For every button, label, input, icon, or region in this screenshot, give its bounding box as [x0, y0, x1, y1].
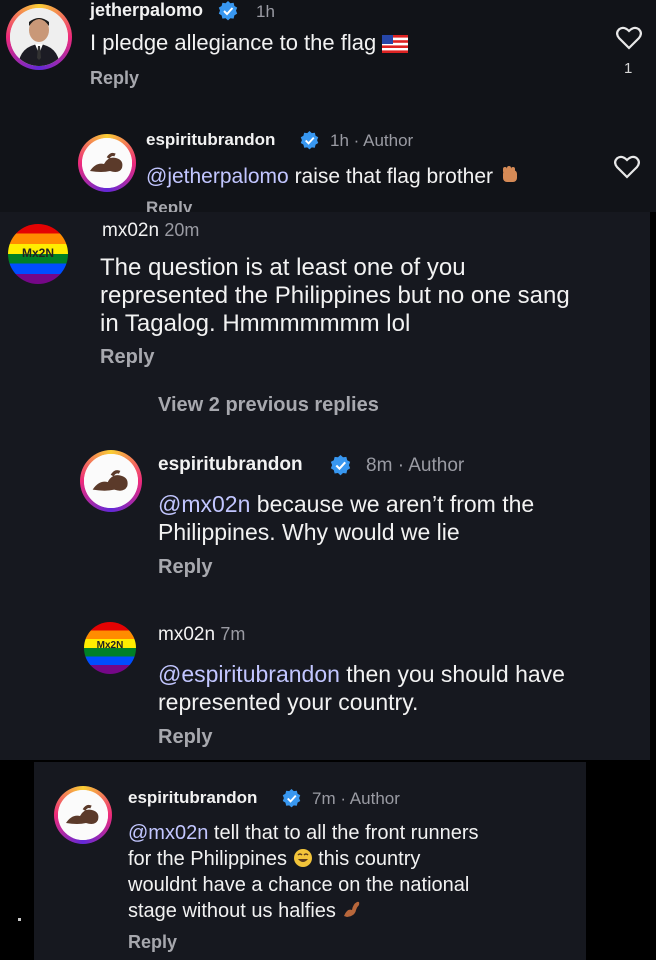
stray-dot [18, 918, 21, 921]
comment-text: I pledge allegiance to the flag [90, 30, 409, 56]
avatar[interactable] [6, 4, 72, 70]
reply-text: @jetherpalomo raise that flag brother [146, 164, 521, 189]
reply-username[interactable]: espiritubrandon [128, 788, 257, 808]
comment-username[interactable]: mx02n 20m [102, 220, 199, 242]
comment-panel-3: espiritubrandon 7m · Author @mx02n tell … [34, 762, 586, 960]
like-heart-icon[interactable] [614, 155, 640, 179]
reply-username[interactable]: espiritubrandon [146, 130, 275, 150]
flexed-biceps-icon [344, 901, 360, 917]
reply-button[interactable]: Reply [158, 556, 212, 579]
avatar[interactable] [54, 786, 112, 844]
avatar-label: Mx2N [21, 246, 54, 260]
comment-panel-1: jetherpalomo 1h I pledge allegiance to t… [0, 0, 656, 212]
reply-username[interactable]: mx02n 7m [158, 624, 245, 646]
us-flag-icon [382, 35, 409, 53]
reply-username[interactable]: espiritubrandon [158, 454, 303, 476]
comment-text: The question is at least one of you repr… [100, 254, 570, 337]
avatar[interactable]: Mx2N [84, 622, 136, 674]
reply-button[interactable]: Reply [146, 198, 192, 212]
reply-text: @mx02n because we aren’t from the Philip… [158, 491, 535, 545]
mention-link[interactable]: @mx02n [128, 822, 208, 844]
comment-username[interactable]: jetherpalomo [90, 0, 203, 21]
comment-time: 1h [256, 2, 275, 21]
like-count: 1 [624, 60, 633, 77]
view-previous-replies-button[interactable]: View 2 previous replies [158, 394, 379, 417]
verified-badge-icon [282, 789, 301, 808]
reply-button[interactable]: Reply [90, 68, 139, 89]
mention-link[interactable]: @espiritubrandon [158, 661, 340, 687]
grinning-sweat-icon [293, 849, 312, 867]
flexed-arm-logo-icon [84, 454, 138, 508]
raised-fist-icon [502, 166, 517, 182]
profile-photo-icon [10, 8, 68, 66]
mention-link[interactable]: @mx02n [158, 491, 250, 517]
avatar-label: Mx2N [96, 640, 124, 651]
reply-button[interactable]: Reply [158, 726, 212, 749]
reply-button[interactable]: Reply [128, 932, 177, 953]
reply-text: @mx02n tell that to all the front runner… [128, 822, 479, 922]
verified-badge-icon [330, 455, 351, 476]
flexed-arm-logo-icon [82, 138, 132, 188]
reply-button[interactable]: Reply [100, 346, 154, 369]
avatar[interactable] [78, 134, 136, 192]
comment-panel-2: Mx2N mx02n 20m The question is at least … [0, 212, 650, 760]
avatar[interactable] [80, 450, 142, 512]
mention-link[interactable]: @jetherpalomo [146, 165, 289, 188]
like-heart-icon[interactable] [616, 26, 642, 50]
verified-badge-icon [300, 131, 319, 150]
verified-badge-icon [218, 1, 238, 21]
reply-time: 8m · Author [366, 455, 465, 476]
flexed-arm-logo-icon [58, 790, 108, 840]
reply-time: 1h · Author [330, 131, 414, 150]
reply-time: 7m · Author [312, 789, 400, 808]
avatar[interactable]: Mx2N [8, 224, 68, 284]
reply-text: @espiritubrandon then you should have re… [158, 661, 565, 715]
